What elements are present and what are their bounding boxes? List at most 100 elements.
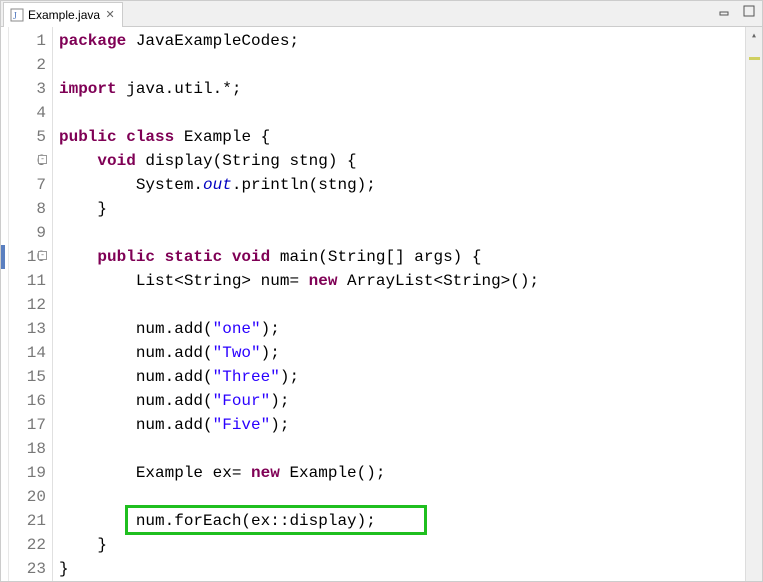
- code-token: display(String stng) {: [145, 152, 356, 170]
- code-line[interactable]: public static void main(String[] args) {: [59, 245, 745, 269]
- minimize-icon[interactable]: [718, 4, 732, 18]
- code-line[interactable]: }: [59, 197, 745, 221]
- code-token: num.add(: [59, 344, 213, 362]
- line-number: 20: [9, 485, 46, 509]
- code-line[interactable]: [59, 53, 745, 77]
- scroll-up-icon[interactable]: ▴: [746, 27, 762, 44]
- code-token: Example ex=: [59, 464, 251, 482]
- line-number: 13: [9, 317, 46, 341]
- code-token: new: [309, 272, 347, 290]
- code-token: num.forEach(ex::display);: [59, 512, 376, 530]
- editor-tabbar: J Example.java ✕: [1, 1, 762, 27]
- line-number-gutter[interactable]: 123456-78910-11121314151617181920212223: [9, 27, 53, 581]
- code-token: num.add(: [59, 392, 213, 410]
- line-number: 8: [9, 197, 46, 221]
- code-line[interactable]: num.forEach(ex::display);: [59, 509, 745, 533]
- code-token: num.add(: [59, 416, 213, 434]
- change-marker: [1, 245, 5, 269]
- code-line[interactable]: [59, 221, 745, 245]
- editor: 123456-78910-11121314151617181920212223 …: [1, 27, 762, 581]
- code-token: "Two": [213, 344, 261, 362]
- code-token: );: [270, 416, 289, 434]
- code-line[interactable]: System.out.println(stng);: [59, 173, 745, 197]
- code-token: out: [203, 176, 232, 194]
- line-number: 10-: [9, 245, 46, 269]
- line-number: 22: [9, 533, 46, 557]
- maximize-icon[interactable]: [742, 4, 756, 18]
- code-area[interactable]: package JavaExampleCodes; import java.uti…: [53, 27, 745, 581]
- java-file-icon: J: [10, 8, 24, 22]
- line-number: 12: [9, 293, 46, 317]
- code-line[interactable]: num.add("Four");: [59, 389, 745, 413]
- code-line[interactable]: num.add("one");: [59, 317, 745, 341]
- line-number: 14: [9, 341, 46, 365]
- code-line[interactable]: [59, 437, 745, 461]
- line-number: 21: [9, 509, 46, 533]
- code-token: JavaExampleCodes;: [136, 32, 299, 50]
- code-token: List<String> num=: [59, 272, 309, 290]
- line-number: 2: [9, 53, 46, 77]
- code-token: "Five": [213, 416, 271, 434]
- code-line[interactable]: num.add("Five");: [59, 413, 745, 437]
- marker-ruler: [1, 27, 9, 581]
- file-tab[interactable]: J Example.java ✕: [3, 2, 123, 27]
- line-number: 23: [9, 557, 46, 581]
- code-token: num.add(: [59, 368, 213, 386]
- code-line[interactable]: [59, 101, 745, 125]
- code-token: .println(stng);: [232, 176, 376, 194]
- code-token: }: [59, 560, 69, 578]
- code-token: "Three": [213, 368, 280, 386]
- code-token: main(String[] args) {: [280, 248, 482, 266]
- code-token: );: [261, 320, 280, 338]
- code-token: }: [59, 200, 107, 218]
- line-number: 4: [9, 101, 46, 125]
- code-line[interactable]: public class Example {: [59, 125, 745, 149]
- line-number: 18: [9, 437, 46, 461]
- code-token: public class: [59, 128, 184, 146]
- code-token: System.: [59, 176, 203, 194]
- code-token: );: [270, 392, 289, 410]
- code-token: num.add(: [59, 320, 213, 338]
- code-token: }: [59, 536, 107, 554]
- close-icon[interactable]: ✕: [104, 9, 116, 21]
- code-token: java.util.*;: [126, 80, 241, 98]
- code-line[interactable]: void display(String stng) {: [59, 149, 745, 173]
- code-token: package: [59, 32, 136, 50]
- line-number: 9: [9, 221, 46, 245]
- line-number: 3: [9, 77, 46, 101]
- code-line[interactable]: }: [59, 533, 745, 557]
- code-token: "Four": [213, 392, 271, 410]
- line-number: 16: [9, 389, 46, 413]
- line-number: 11: [9, 269, 46, 293]
- code-line[interactable]: [59, 485, 745, 509]
- vertical-scrollbar[interactable]: ▴: [745, 27, 762, 581]
- code-line[interactable]: [59, 293, 745, 317]
- tab-filename: Example.java: [28, 8, 100, 22]
- fold-toggle-icon[interactable]: -: [38, 155, 47, 164]
- code-line[interactable]: num.add("Two");: [59, 341, 745, 365]
- code-line[interactable]: num.add("Three");: [59, 365, 745, 389]
- code-token: "one": [213, 320, 261, 338]
- code-token: import: [59, 80, 126, 98]
- code-token: Example {: [184, 128, 270, 146]
- fold-toggle-icon[interactable]: -: [38, 251, 47, 260]
- window-controls: [718, 4, 756, 18]
- overview-mark[interactable]: [749, 57, 760, 60]
- line-number: 17: [9, 413, 46, 437]
- code-token: public static void: [97, 248, 279, 266]
- code-token: );: [261, 344, 280, 362]
- code-line[interactable]: }: [59, 557, 745, 581]
- line-number: 19: [9, 461, 46, 485]
- code-token: );: [280, 368, 299, 386]
- code-token: Example();: [289, 464, 385, 482]
- line-number: 6-: [9, 149, 46, 173]
- code-line[interactable]: Example ex= new Example();: [59, 461, 745, 485]
- code-line[interactable]: List<String> num= new ArrayList<String>(…: [59, 269, 745, 293]
- code-token: new: [251, 464, 289, 482]
- line-number: 7: [9, 173, 46, 197]
- line-number: 5: [9, 125, 46, 149]
- code-line[interactable]: import java.util.*;: [59, 77, 745, 101]
- code-line[interactable]: package JavaExampleCodes;: [59, 29, 745, 53]
- code-token: [59, 248, 97, 266]
- code-token: [59, 152, 97, 170]
